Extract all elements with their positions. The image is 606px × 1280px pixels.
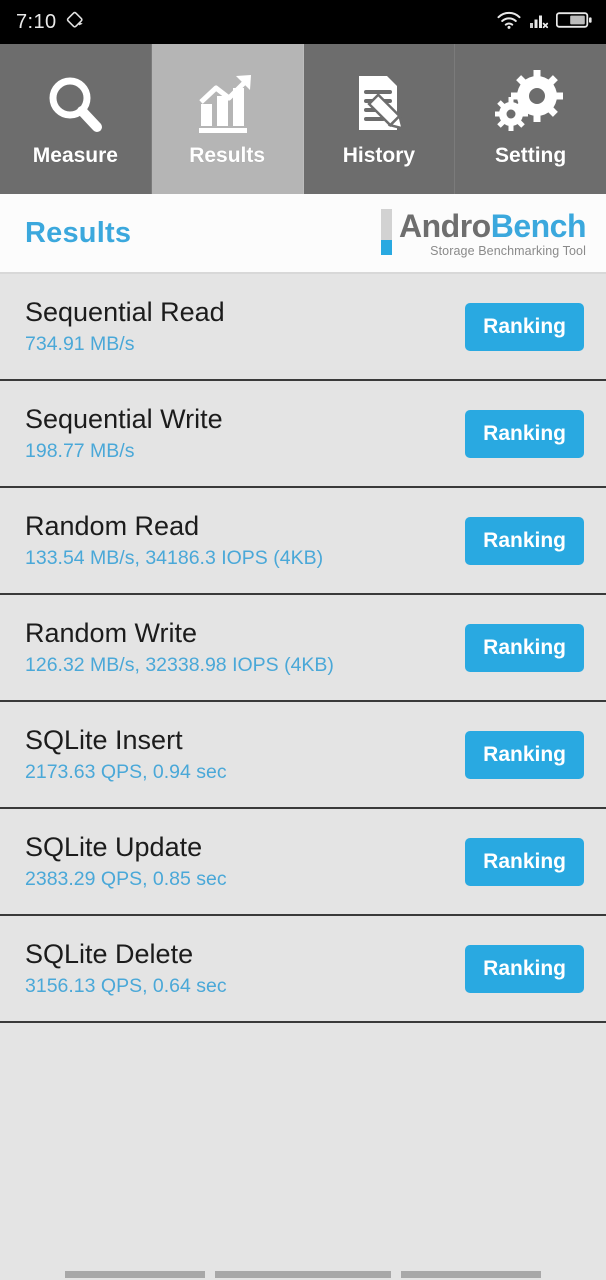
tab-setting[interactable]: Setting (455, 44, 606, 194)
magnifier-icon (39, 70, 111, 138)
result-value: 126.32 MB/s, 32338.98 IOPS (4KB) (25, 654, 334, 676)
gears-icon (494, 70, 567, 138)
result-name: SQLite Delete (25, 939, 194, 969)
row-texts: Random Write 126.32 MB/s, 32338.98 IOPS … (25, 619, 334, 676)
table-row: Random Read 133.54 MB/s, 34186.3 IOPS (4… (0, 488, 606, 595)
row-texts: Sequential Write 198.77 MB/s (25, 405, 223, 462)
tab-history-label: History (342, 144, 416, 167)
ranking-button[interactable]: Ranking (465, 623, 584, 672)
table-row: Sequential Read 734.91 MB/s Ranking (0, 274, 606, 381)
results-list: Sequential Read 734.91 MB/s Ranking Sequ… (0, 274, 606, 1023)
ranking-button[interactable]: Ranking (465, 837, 584, 886)
ranking-button[interactable]: Ranking (465, 730, 584, 779)
ranking-button[interactable]: Ranking (465, 516, 584, 565)
row-texts: SQLite Insert 2173.63 QPS, 0.94 sec (25, 726, 227, 783)
ranking-button[interactable]: Ranking (465, 302, 584, 351)
result-name: Sequential Read (25, 297, 225, 327)
tab-history[interactable]: History (303, 44, 456, 194)
app-root: 7:10 Measure Results History Setting Res… (0, 0, 606, 1280)
logo-wordmark: AndroBench (399, 207, 587, 244)
result-name: Random Write (25, 618, 198, 648)
table-row: SQLite Insert 2173.63 QPS, 0.94 sec Rank… (0, 702, 606, 809)
result-value: 734.91 MB/s (25, 333, 135, 355)
logo-bar-icon (381, 208, 392, 255)
result-value: 2173.63 QPS, 0.94 sec (25, 761, 227, 783)
back-button[interactable] (65, 1271, 205, 1278)
signal-no-sim-icon (529, 10, 549, 35)
row-texts: SQLite Delete 3156.13 QPS, 0.64 sec (25, 940, 227, 997)
main-tab-bar: Measure Results History Setting (0, 44, 606, 194)
row-texts: Sequential Read 734.91 MB/s (25, 298, 225, 355)
page-title: Results (25, 216, 132, 249)
row-texts: Random Read 133.54 MB/s, 34186.3 IOPS (4… (25, 512, 323, 569)
androbench-logo: AndroBench Storage Benchmarking Tool (381, 207, 587, 258)
tab-results-label: Results (189, 144, 266, 167)
table-row: SQLite Delete 3156.13 QPS, 0.64 sec Rank… (0, 916, 606, 1023)
logo-primary: Andro (399, 207, 491, 244)
recents-button[interactable] (401, 1271, 541, 1278)
page-header: Results AndroBench Storage Benchmarking … (0, 194, 606, 274)
status-bar-left: 7:10 (16, 10, 85, 35)
home-button[interactable] (215, 1271, 391, 1278)
battery-icon (555, 11, 592, 34)
tab-measure[interactable]: Measure (0, 44, 152, 194)
table-row: Sequential Write 198.77 MB/s Ranking (0, 381, 606, 488)
result-name: Random Read (25, 511, 200, 541)
ranking-button[interactable]: Ranking (465, 409, 584, 458)
ranking-button[interactable]: Ranking (465, 944, 584, 993)
system-navigation-bar (0, 1246, 606, 1280)
bar-chart-arrow-icon (191, 70, 263, 138)
result-name: SQLite Insert (25, 725, 183, 755)
logo-text: AndroBench Storage Benchmarking Tool (399, 207, 587, 258)
status-bar-right (496, 10, 592, 35)
status-bar-clock: 7:10 (16, 10, 57, 33)
wifi-icon (496, 10, 522, 35)
row-texts: SQLite Update 2383.29 QPS, 0.85 sec (25, 833, 227, 890)
document-pencil-icon (343, 70, 415, 138)
tab-measure-label: Measure (32, 144, 118, 167)
tab-results[interactable]: Results (151, 44, 304, 194)
logo-tagline: Storage Benchmarking Tool (430, 243, 586, 258)
table-row: Random Write 126.32 MB/s, 32338.98 IOPS … (0, 595, 606, 702)
table-row: SQLite Update 2383.29 QPS, 0.85 sec Rank… (0, 809, 606, 916)
result-value: 2383.29 QPS, 0.85 sec (25, 868, 227, 890)
result-value: 3156.13 QPS, 0.64 sec (25, 975, 227, 997)
result-value: 133.54 MB/s, 34186.3 IOPS (4KB) (25, 547, 324, 569)
logo-secondary: Bench (490, 207, 587, 244)
rhombus-icon (65, 10, 85, 35)
status-bar: 7:10 (0, 0, 606, 44)
result-value: 198.77 MB/s (25, 440, 135, 462)
tab-setting-label: Setting (495, 144, 567, 167)
result-name: SQLite Update (25, 832, 203, 862)
result-name: Sequential Write (25, 404, 223, 434)
